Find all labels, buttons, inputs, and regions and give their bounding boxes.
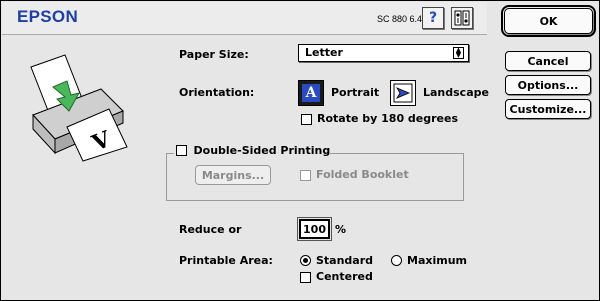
printer-illustration-icon: V xyxy=(30,54,128,162)
paper-size-label: Paper Size: xyxy=(179,48,249,61)
reduce-label: Reduce or xyxy=(179,223,242,236)
select-arrows-icon: ▲ ▼ xyxy=(453,47,464,59)
folded-booklet-label: Folded Booklet xyxy=(316,168,409,181)
brand-logo: EPSON xyxy=(17,7,79,26)
portrait-icon: A xyxy=(302,84,320,102)
folded-booklet-checkbox xyxy=(300,170,311,181)
margins-button: Margins... xyxy=(195,165,271,185)
double-sided-checkbox[interactable] xyxy=(176,144,187,156)
orientation-label: Orientation: xyxy=(179,86,255,99)
utility-icon xyxy=(454,10,470,26)
ok-button[interactable]: OK xyxy=(501,5,596,37)
double-sided-label: Double-Sided Printing xyxy=(193,144,331,157)
customize-button[interactable]: Customize... xyxy=(505,99,591,119)
cancel-button[interactable]: Cancel xyxy=(505,51,591,71)
portrait-label: Portrait xyxy=(331,86,380,99)
printable-area-label: Printable Area: xyxy=(179,254,273,267)
rotate-label: Rotate by 180 degrees xyxy=(317,112,459,125)
options-button[interactable]: Options... xyxy=(505,75,591,95)
maximum-radio[interactable] xyxy=(391,255,402,266)
double-sided-title: Double-Sided Printing xyxy=(174,144,331,157)
reduce-unit: % xyxy=(335,223,347,236)
centered-label: Centered xyxy=(316,270,373,283)
help-button[interactable]: ? xyxy=(422,7,444,29)
help-icon: ? xyxy=(428,10,438,26)
utility-button[interactable] xyxy=(451,7,473,29)
standard-radio[interactable] xyxy=(300,255,311,266)
maximum-label: Maximum xyxy=(407,254,467,267)
portrait-button[interactable]: A xyxy=(298,80,324,106)
paper-size-select[interactable]: Letter ▲ ▼ xyxy=(298,44,469,62)
reduce-input[interactable]: 100 xyxy=(297,217,332,241)
header-bar: EPSON SC 880 6.40E ? xyxy=(2,2,487,35)
centered-checkbox[interactable] xyxy=(300,272,311,283)
landscape-label: Landscape xyxy=(423,86,489,99)
page-setup-dialog: EPSON SC 880 6.40E ? OK Cancel Options..… xyxy=(0,0,600,301)
rotate-checkbox[interactable] xyxy=(301,114,312,125)
standard-label: Standard xyxy=(316,254,374,267)
landscape-icon xyxy=(393,83,413,103)
landscape-button[interactable] xyxy=(390,80,416,106)
paper-size-value: Letter xyxy=(305,46,343,59)
